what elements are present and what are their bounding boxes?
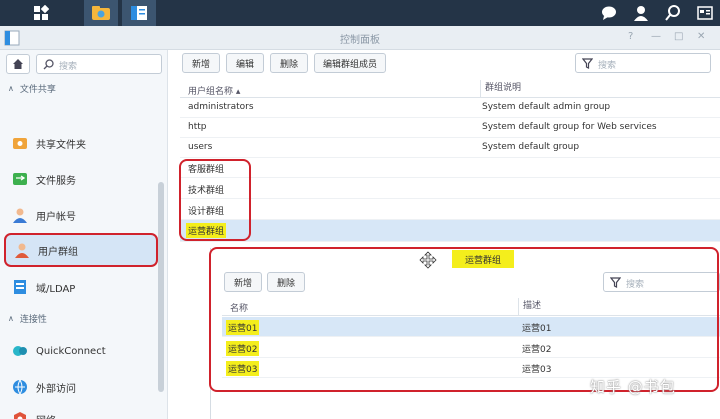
table-row[interactable]: 客服群组 [180,158,720,178]
table-row[interactable]: http System default group for Web servic… [180,118,720,138]
widgets-icon [697,6,713,20]
section-label: 连接性 [19,315,47,325]
sidebar-item-label: QuickConnect [36,345,106,357]
home-icon [13,59,23,69]
edit-members-button[interactable]: 编辑群组成员 [314,53,386,73]
sidebar-search-input[interactable]: 搜索 [36,54,162,74]
main-menu-button[interactable] [26,0,56,26]
search-placeholder: 搜索 [59,62,78,72]
external-access-icon [12,379,28,395]
cell-description: System default group for Web services [482,122,657,132]
chevron-up-icon: ∧ [8,84,14,93]
search-placeholder: 搜索 [598,61,617,71]
user-icon [12,207,28,223]
messages-button[interactable] [596,0,622,26]
network-icon [12,411,28,419]
user-menu-button[interactable] [628,0,654,26]
column-header-description[interactable]: 群组说明 [480,80,521,97]
cell-description: System default group [482,142,580,152]
section-label: 文件共享 [19,85,56,95]
column-header-name[interactable]: 用户组名称 ▴ [188,84,240,97]
search-button[interactable] [660,0,686,26]
create-group-button[interactable]: 新增 [182,53,220,73]
sidebar-item-label: 用户群组 [38,246,78,258]
home-button[interactable] [6,54,30,74]
sidebar-scrollbar[interactable] [158,182,164,392]
window-title: 控制面板 [340,35,380,46]
table-row[interactable]: 技术群组 [180,179,720,199]
help-button[interactable]: ? [628,31,633,42]
folder-icon [92,6,110,20]
table-row-selected[interactable]: 运营群组 [180,220,720,242]
cell-name: users [188,142,213,152]
sidebar-item-user[interactable]: 用户帐号 [4,198,158,232]
sidebar-item-label: 共享文件夹 [36,139,86,151]
search-icon [665,5,680,21]
search-icon [43,59,54,70]
annotation-box-members-panel [209,247,719,392]
maximize-button[interactable]: □ [674,31,683,42]
shared-folder-icon [12,135,28,151]
widgets-button[interactable] [692,0,718,26]
group-table-header: 用户组名称 ▴ 群组说明 [180,80,720,98]
section-file-sharing[interactable]: ∧ 文件共享 [8,82,56,95]
annotation-box-groups [179,159,251,241]
section-connectivity[interactable]: ∧ 连接性 [8,312,47,325]
sidebar-item-file-services[interactable]: 文件服务 [4,162,158,196]
sidebar-item-label: 文件服务 [36,175,76,187]
quickconnect-icon [12,343,28,359]
control-panel-taskbar-button[interactable] [122,0,156,26]
watermark: 知乎 @书包 [590,378,676,396]
table-row[interactable]: administrators System default admin grou… [180,98,720,118]
table-row[interactable]: users System default group [180,138,720,158]
close-button[interactable]: ✕ [697,31,705,42]
user-group-icon [14,242,30,258]
grid-icon [34,5,49,20]
filter-icon [582,58,593,69]
table-row[interactable]: 设计群组 [180,200,720,220]
sidebar-item-quickconnect[interactable]: QuickConnect [4,334,158,368]
window-titlebar: 控制面板 ? — □ ✕ [0,26,720,50]
file-station-taskbar-button[interactable] [84,0,118,26]
minimize-button[interactable]: — [651,31,661,42]
file-services-icon [12,171,28,187]
sidebar-item-shared-folder[interactable]: 共享文件夹 [4,126,158,160]
sidebar-item-label: 网络 [36,412,56,419]
sidebar: 搜索 ∧ 文件共享 共享文件夹 文件服务 用户帐号 用户群组 域/LDAP ∧ [0,50,168,419]
delete-group-button[interactable]: 删除 [270,53,308,73]
sidebar-item-label: 用户帐号 [36,211,76,223]
group-search-input[interactable]: 搜索 [575,53,711,73]
cell-description: System default admin group [482,102,611,112]
sidebar-item-label: 外部访问 [36,383,76,395]
person-icon [634,6,648,21]
sidebar-item-domain-ldap[interactable]: 域/LDAP [4,270,158,304]
sidebar-item-external-access[interactable]: 外部访问 [4,370,158,404]
domain-ldap-icon [12,279,28,295]
sidebar-item-user-group[interactable]: 用户群组 [4,233,158,267]
control-panel-icon [131,6,147,20]
chevron-up-icon: ∧ [8,314,14,323]
taskbar [0,0,720,26]
sidebar-item-label: 域/LDAP [36,283,76,295]
chat-icon [602,6,616,20]
edit-group-button[interactable]: 编辑 [226,53,264,73]
sidebar-item-network[interactable]: 网络 [4,402,158,419]
cell-name: http [188,122,207,132]
cell-name: administrators [188,102,254,112]
